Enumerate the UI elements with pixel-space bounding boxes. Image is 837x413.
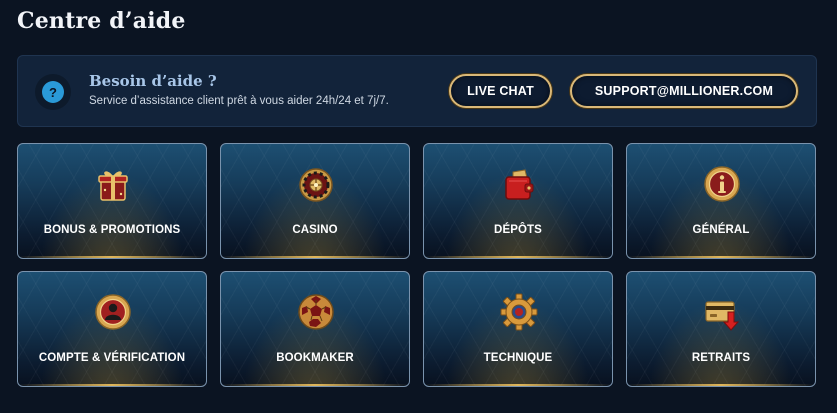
card-withdraw-icon bbox=[705, 301, 740, 331]
category-label: COMPTE & VÉRIFICATION bbox=[38, 352, 186, 364]
category-label: GÉNÉRAL bbox=[692, 224, 750, 236]
category-card-general[interactable]: GÉNÉRAL bbox=[626, 143, 816, 259]
help-center-page: Centre d’aide ? Besoin d’aide ? Service … bbox=[0, 0, 837, 413]
category-card-technical[interactable]: TECHNIQUE bbox=[423, 271, 613, 387]
wallet-icon bbox=[505, 169, 534, 200]
category-card-account[interactable]: COMPTE & VÉRIFICATION bbox=[17, 271, 207, 387]
category-label: DÉPÔTS bbox=[494, 224, 542, 236]
gift-icon bbox=[98, 171, 128, 201]
category-label: TECHNIQUE bbox=[483, 352, 553, 364]
help-title: Besoin d’aide ? bbox=[89, 72, 217, 90]
category-card-deposits[interactable]: DÉPÔTS bbox=[423, 143, 613, 259]
roulette-icon bbox=[299, 168, 333, 202]
support-email-button[interactable]: SUPPORT@MILLIONER.COM bbox=[570, 74, 798, 108]
category-label: CASINO bbox=[292, 224, 338, 236]
question-mark: ? bbox=[42, 81, 64, 103]
soccer-ball-icon bbox=[298, 294, 334, 330]
category-card-withdrawals[interactable]: RETRAITS bbox=[626, 271, 816, 387]
page-title: Centre d’aide bbox=[17, 8, 186, 34]
question-icon: ? bbox=[35, 74, 71, 110]
category-card-bookmaker[interactable]: BOOKMAKER bbox=[220, 271, 410, 387]
category-label: RETRAITS bbox=[691, 352, 751, 364]
category-card-casino[interactable]: CASINO bbox=[220, 143, 410, 259]
gear-icon bbox=[500, 293, 538, 331]
category-label: BONUS & PROMOTIONS bbox=[43, 224, 181, 236]
live-chat-button[interactable]: LIVE CHAT bbox=[449, 74, 552, 108]
category-card-bonus[interactable]: BONUS & PROMOTIONS bbox=[17, 143, 207, 259]
help-banner: ? Besoin d’aide ? Service d’assistance c… bbox=[17, 55, 817, 127]
help-subtitle: Service d’assistance client prêt à vous … bbox=[89, 95, 389, 107]
info-icon bbox=[704, 166, 740, 202]
category-label: BOOKMAKER bbox=[276, 352, 354, 364]
user-icon bbox=[95, 294, 131, 330]
